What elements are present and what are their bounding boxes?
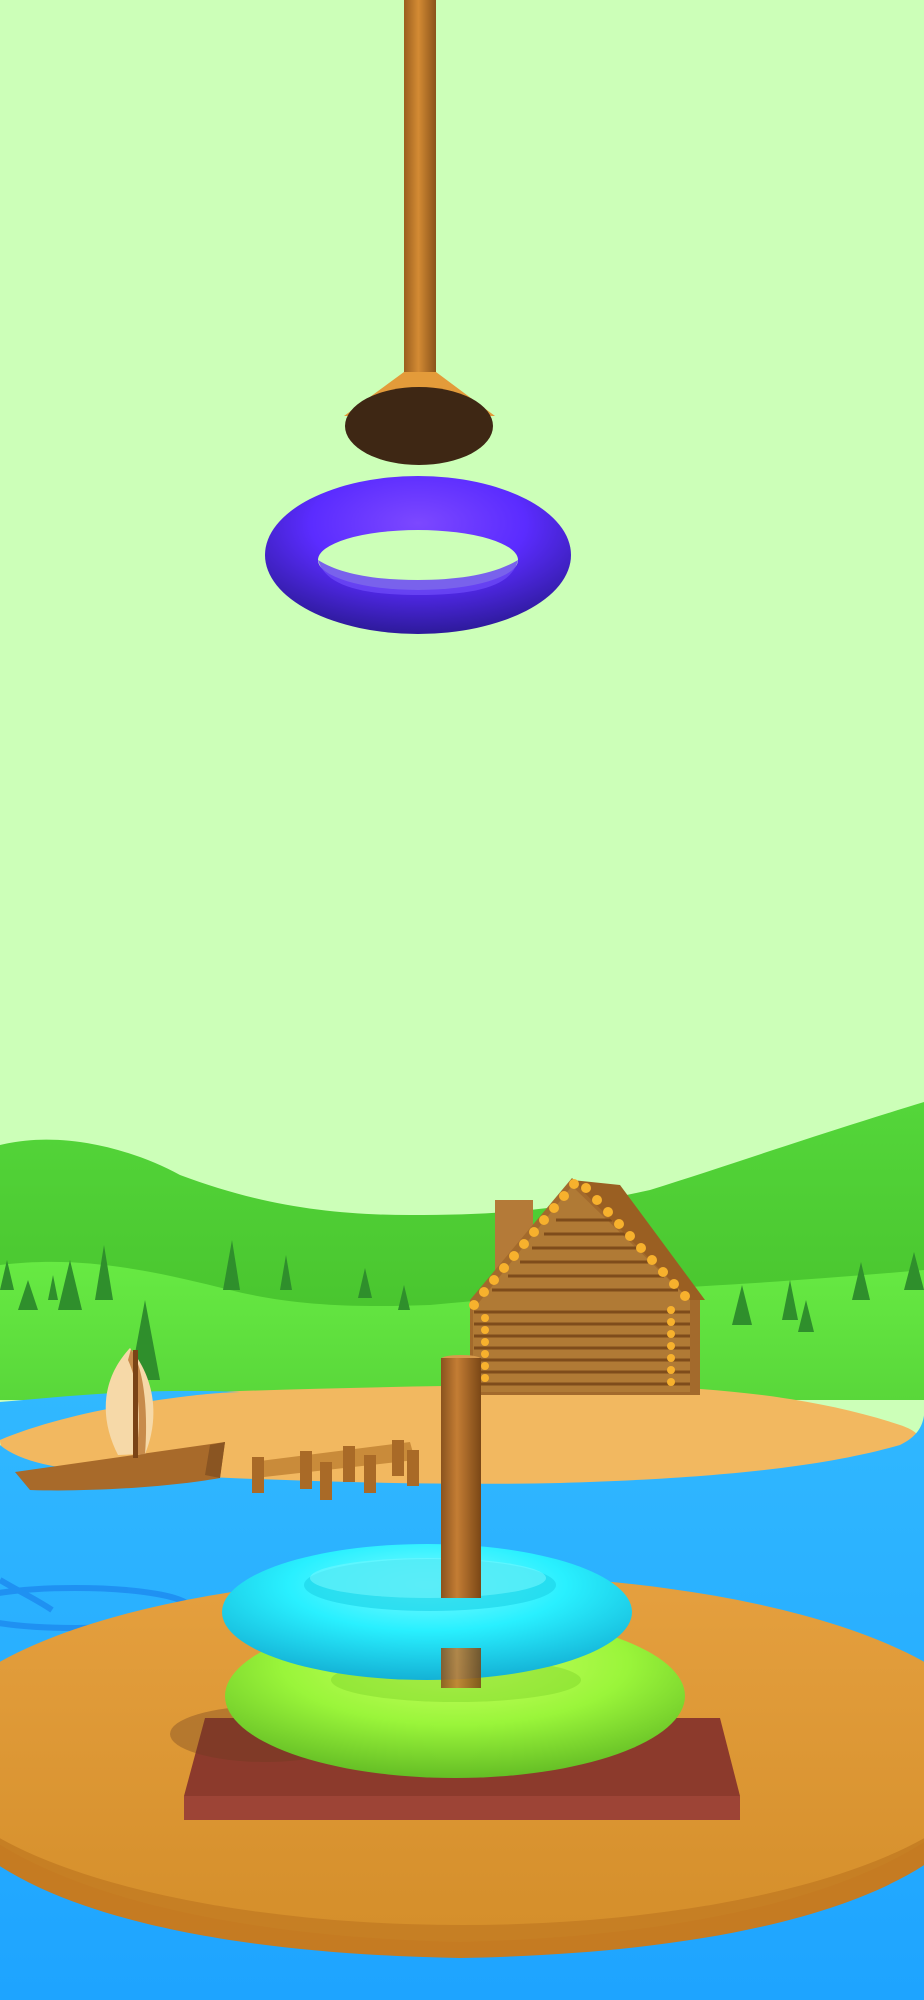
top-stacked-ring[interactable] [222, 1544, 632, 1680]
held-ring[interactable] [265, 476, 571, 634]
pole-front [441, 1358, 481, 1598]
rope [404, 0, 436, 385]
game-scene[interactable] [0, 0, 924, 2000]
pole-bottom-front [441, 1648, 481, 1688]
game-viewport[interactable] [0, 0, 924, 2000]
